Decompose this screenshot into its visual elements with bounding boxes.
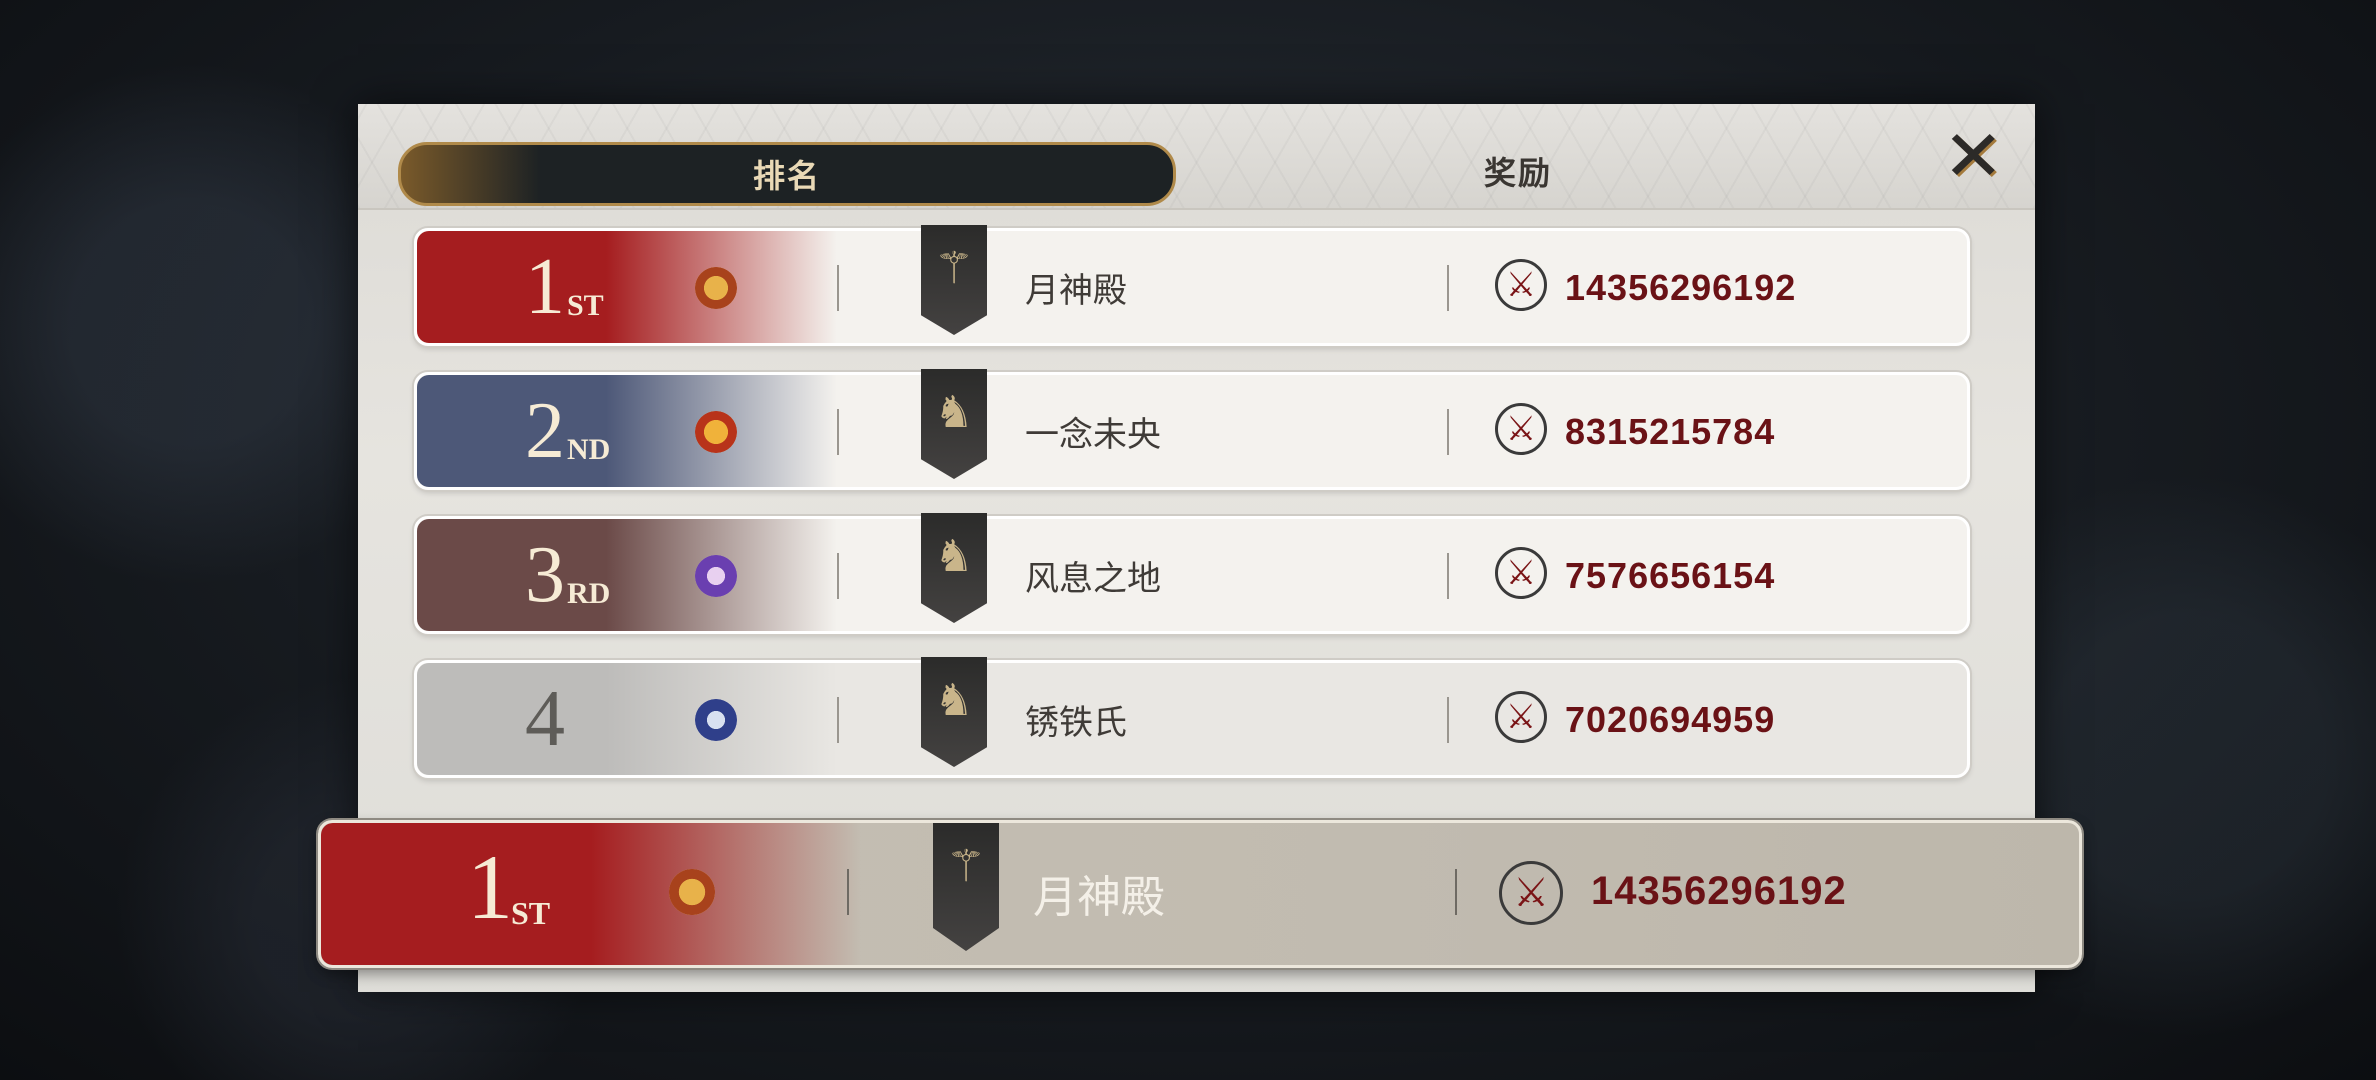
crossed-swords-icon: ⚔ — [1495, 259, 1547, 311]
rank-block — [321, 823, 861, 965]
guild-name: 月神殿 — [1033, 873, 1165, 922]
tab-rewards[interactable]: 奖励 — [1398, 142, 1638, 200]
divider — [847, 869, 849, 915]
divider — [837, 409, 839, 455]
guild-banner-icon: ⚚ — [933, 823, 999, 951]
guild-name: 月神殿 — [1025, 272, 1127, 310]
divider — [1447, 409, 1449, 455]
divider — [1455, 869, 1457, 915]
divider — [1447, 553, 1449, 599]
guild-score: 14356296192 — [1565, 267, 1797, 308]
guild-banner-icon: ⚚ — [921, 225, 987, 335]
guild-emblem-icon — [695, 699, 737, 741]
rank-block — [417, 375, 837, 487]
rank-number: 2 — [525, 387, 565, 475]
guild-banner-icon: ♞ — [921, 513, 987, 623]
divider — [1447, 265, 1449, 311]
crossed-swords-icon: ⚔ — [1499, 861, 1563, 925]
guild-score: 7020694959 — [1565, 699, 1776, 740]
close-button[interactable]: ✕ — [1941, 117, 2005, 195]
guild-banner-icon: ♞ — [921, 369, 987, 479]
rank-suffix: ST — [567, 289, 604, 322]
guild-emblem-icon — [695, 267, 737, 309]
divider — [837, 265, 839, 311]
ranking-row-3[interactable]: 3 RD ♞ 风息之地 ⚔ 7576656154 — [414, 513, 1970, 634]
tab-ranking[interactable]: 排名 — [398, 142, 1176, 206]
guild-name: 锈铁氏 — [1025, 704, 1127, 742]
ranking-row-1[interactable]: 1 ST ⚚ 月神殿 ⚔ 14356296192 — [414, 225, 1970, 346]
divider — [1447, 697, 1449, 743]
ranking-row-4[interactable]: 4 ♞ 锈铁氏 ⚔ 7020694959 — [414, 657, 1970, 778]
crossed-swords-icon: ⚔ — [1495, 403, 1547, 455]
guild-score: 8315215784 — [1565, 411, 1776, 452]
rank-number: 1 — [525, 243, 565, 331]
rank-block — [417, 663, 837, 775]
rank-suffix: ST — [511, 895, 551, 931]
guild-name: 风息之地 — [1025, 560, 1161, 598]
guild-banner-icon: ♞ — [921, 657, 987, 767]
guild-name: 一念未央 — [1025, 416, 1161, 454]
ranking-row-2[interactable]: 2 ND ♞ 一念未央 ⚔ 8315215784 — [414, 369, 1970, 490]
guild-score: 7576656154 — [1565, 555, 1776, 596]
crossed-swords-icon: ⚔ — [1495, 547, 1547, 599]
panel-header: 排名 奖励 ✕ — [358, 104, 2035, 210]
rank-block — [417, 231, 837, 343]
guild-emblem-icon — [669, 869, 715, 915]
close-icon: ✕ — [1942, 117, 2004, 195]
guild-emblem-icon — [695, 411, 737, 453]
divider — [837, 553, 839, 599]
rank-block — [417, 519, 837, 631]
divider — [837, 697, 839, 743]
crossed-swords-icon: ⚔ — [1495, 691, 1547, 743]
rank-suffix: ND — [567, 433, 611, 466]
rank-number: 3 — [525, 531, 565, 619]
rank-number: 4 — [525, 675, 565, 763]
rank-number: 1 — [467, 836, 513, 938]
rank-suffix: RD — [567, 577, 611, 610]
guild-score: 14356296192 — [1591, 869, 1847, 913]
own-guild-row[interactable]: 1 ST ⚚ 月神殿 ⚔ 14356296192 — [318, 820, 2082, 968]
guild-emblem-icon — [695, 555, 737, 597]
